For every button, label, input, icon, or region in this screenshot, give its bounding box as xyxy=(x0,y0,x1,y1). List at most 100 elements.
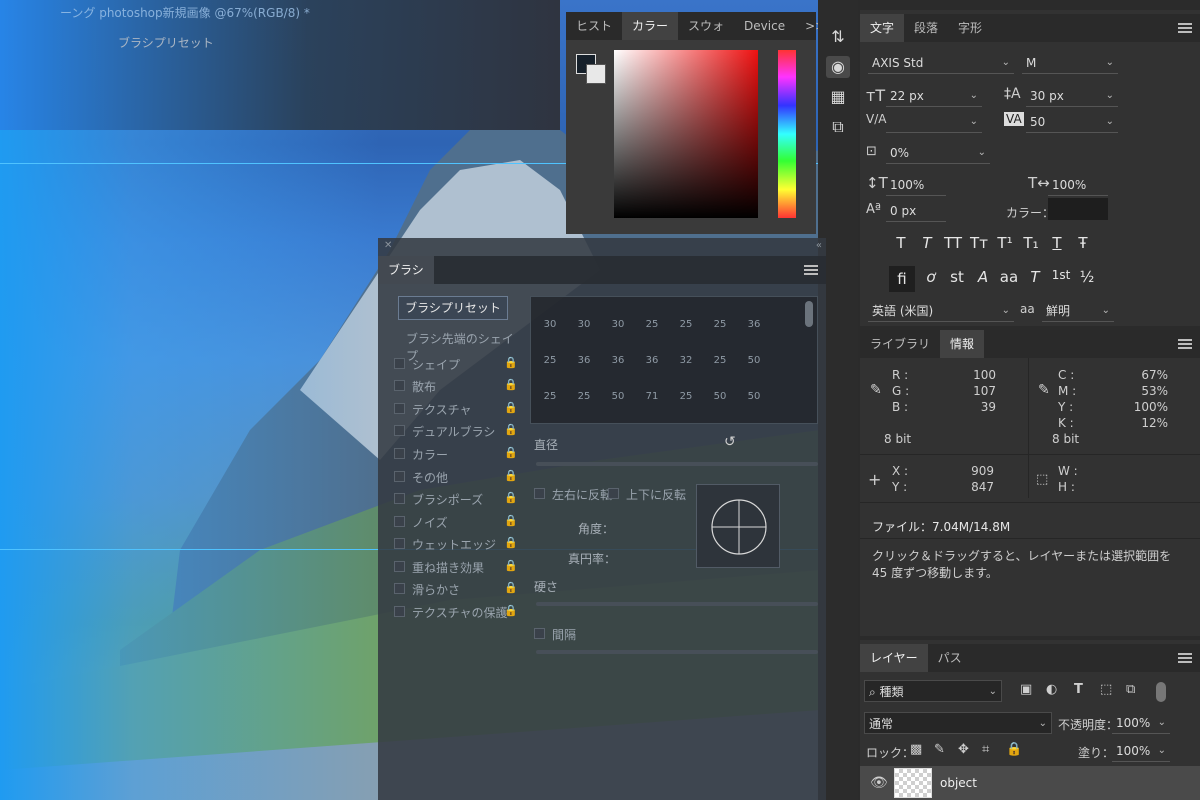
lock-all-icon[interactable]: 🔒 xyxy=(1006,742,1022,757)
type-layer-filter-icon[interactable]: T xyxy=(1074,682,1083,697)
transform-icon[interactable]: ⧉ xyxy=(826,116,850,138)
brush-presets-button[interactable]: ブラシプリセット xyxy=(398,296,508,320)
all-caps-button[interactable]: TT xyxy=(941,234,965,252)
tab-color[interactable]: カラー xyxy=(622,12,679,40)
layer-filter-kind-select[interactable]: ⌕ 種類 ⌄ xyxy=(864,680,1002,702)
ordinals-button[interactable]: 1st xyxy=(1049,268,1073,282)
brush-size-label[interactable]: 30 xyxy=(601,319,635,347)
smoothing-option[interactable]: 滑らかさ 🔒 xyxy=(390,579,520,599)
grid-icon[interactable]: ▦ xyxy=(826,86,850,108)
wet-edges-option[interactable]: ウェットエッジ 🔒 xyxy=(390,534,520,554)
fill-field[interactable]: 100% ⌄ xyxy=(1112,740,1170,762)
color-picker-field[interactable] xyxy=(614,50,758,218)
brush-size-label[interactable]: 25 xyxy=(703,319,737,347)
lock-image-brush-icon[interactable]: ✎ xyxy=(934,742,945,757)
filter-toggle-switch[interactable] xyxy=(1156,682,1166,702)
tab-layers[interactable]: レイヤー xyxy=(860,644,928,672)
brush-size-label[interactable]: 25 xyxy=(567,391,601,419)
brush-size-label[interactable]: 25 xyxy=(669,391,703,419)
collapse-icon[interactable]: « xyxy=(816,240,822,251)
brush-tip-grid[interactable]: 30 30 30 25 25 25 36 25 36 36 36 32 25 5… xyxy=(530,296,818,424)
history-icon[interactable]: ⇅ xyxy=(826,26,850,48)
noise-option[interactable]: ノイズ 🔒 xyxy=(390,512,520,532)
tab-paragraph[interactable]: 段落 xyxy=(904,14,948,42)
shape-dynamics-option[interactable]: シェイプ 🔒 xyxy=(390,354,520,374)
shape-layer-filter-icon[interactable]: ⬚ xyxy=(1100,682,1112,697)
brush-angle-preview[interactable] xyxy=(696,484,780,568)
close-icon[interactable]: ✕ xyxy=(384,240,392,251)
color-dynamics-option[interactable]: カラー 🔒 xyxy=(390,444,520,464)
adjustment-layer-filter-icon[interactable]: ◐ xyxy=(1046,682,1057,697)
grid-scrollbar[interactable] xyxy=(805,301,813,327)
tab-swatches[interactable]: スウォ xyxy=(678,12,734,40)
lock-position-icon[interactable]: ✥ xyxy=(958,742,969,757)
leading-field[interactable]: 30 px ⌄ xyxy=(1026,85,1118,107)
reset-icon[interactable]: ↺ xyxy=(724,434,736,450)
discretionary-ligatures-button[interactable]: st xyxy=(945,268,969,286)
flip-y-checkbox[interactable]: 上下に反転 xyxy=(604,484,694,504)
brush-size-label[interactable]: 32 xyxy=(669,355,703,383)
layer-row[interactable]: 👁 object xyxy=(860,766,1200,800)
subscript-button[interactable]: T₁ xyxy=(1019,234,1043,252)
pixel-layer-filter-icon[interactable]: ▣ xyxy=(1020,682,1032,697)
faux-bold-button[interactable]: T xyxy=(889,234,913,252)
document-tab[interactable]: ブラシプリセット xyxy=(118,34,214,51)
contextual-alternates-button[interactable]: ơ xyxy=(919,268,943,286)
small-caps-button[interactable]: Tт xyxy=(967,234,991,252)
kerning-field[interactable]: ⌄ xyxy=(886,111,982,133)
panel-menu-icon[interactable] xyxy=(1178,339,1192,349)
text-color-swatch[interactable] xyxy=(1048,198,1108,220)
brush-size-label[interactable]: 50 xyxy=(601,391,635,419)
diameter-slider[interactable] xyxy=(536,462,818,466)
spacing-checkbox[interactable]: 間隔 xyxy=(530,624,620,644)
brush-pose-option[interactable]: ブラシポーズ 🔒 xyxy=(390,489,520,509)
brush-size-label[interactable]: 50 xyxy=(703,391,737,419)
palette-icon[interactable]: ◉ xyxy=(826,56,850,78)
brush-size-label[interactable]: 36 xyxy=(601,355,635,383)
scattering-option[interactable]: 散布 🔒 xyxy=(390,376,520,396)
tab-histogram[interactable]: ヒスト xyxy=(566,12,622,40)
baseline-shift-field[interactable]: 0 px xyxy=(886,200,946,222)
brush-size-label[interactable]: 25 xyxy=(635,319,669,347)
layer-name[interactable]: object xyxy=(940,776,977,790)
tab-paths[interactable]: パス xyxy=(928,644,972,672)
hardness-slider[interactable] xyxy=(536,602,818,606)
opacity-field[interactable]: 100% ⌄ xyxy=(1112,712,1170,734)
standard-ligatures-button[interactable]: fi xyxy=(889,266,915,292)
brush-size-label[interactable]: 30 xyxy=(533,319,567,347)
brush-tip-shape-option[interactable]: ブラシ先端のシェイプ xyxy=(390,328,520,363)
brush-size-label[interactable]: 50 xyxy=(737,391,771,419)
font-style-select[interactable]: M ⌄ xyxy=(1022,52,1118,74)
vertical-scale-field[interactable]: 100% xyxy=(886,174,946,196)
brush-size-label[interactable]: 25 xyxy=(533,355,567,383)
brush-size-label[interactable]: 25 xyxy=(533,391,567,419)
font-size-field[interactable]: 22 px ⌄ xyxy=(886,85,982,107)
tsume-field[interactable]: 0% ⌄ xyxy=(886,142,990,164)
tab-device[interactable]: Device xyxy=(734,12,795,40)
brush-size-label[interactable]: 36 xyxy=(737,319,771,347)
protect-texture-option[interactable]: テクスチャの保護 🔒 xyxy=(390,602,520,622)
hue-slider[interactable] xyxy=(778,50,796,218)
tab-character[interactable]: 文字 xyxy=(860,14,905,42)
language-select[interactable]: 英語 (米国) ⌄ xyxy=(868,300,1014,322)
build-up-option[interactable]: 重ね描き効果 🔒 xyxy=(390,557,520,577)
panel-menu-icon[interactable] xyxy=(1178,653,1192,663)
dual-brush-option[interactable]: デュアルブラシ 🔒 xyxy=(390,421,520,441)
titling-alternates-button[interactable]: T xyxy=(1023,268,1047,286)
horizontal-scale-field[interactable]: 100% xyxy=(1048,174,1108,196)
blend-mode-select[interactable]: 通常 ⌄ xyxy=(864,712,1052,734)
faux-italic-button[interactable]: T xyxy=(915,234,939,252)
texture-option[interactable]: テクスチャ 🔒 xyxy=(390,399,520,419)
brush-size-label[interactable]: 71 xyxy=(635,391,669,419)
brush-size-label[interactable]: 30 xyxy=(567,319,601,347)
brush-size-label[interactable]: 25 xyxy=(703,355,737,383)
lock-transparent-icon[interactable]: ▩ xyxy=(910,742,922,757)
transfer-option[interactable]: その他 🔒 xyxy=(390,467,520,487)
brush-size-label[interactable]: 50 xyxy=(737,355,771,383)
underline-button[interactable]: T xyxy=(1045,234,1069,252)
panel-menu-icon[interactable] xyxy=(1178,23,1192,33)
tracking-field[interactable]: 50 ⌄ xyxy=(1026,111,1118,133)
tab-glyphs[interactable]: 字形 xyxy=(948,14,992,42)
tab-library[interactable]: ライブラリ xyxy=(860,330,940,358)
eye-visibility-icon[interactable]: 👁 xyxy=(870,775,888,791)
